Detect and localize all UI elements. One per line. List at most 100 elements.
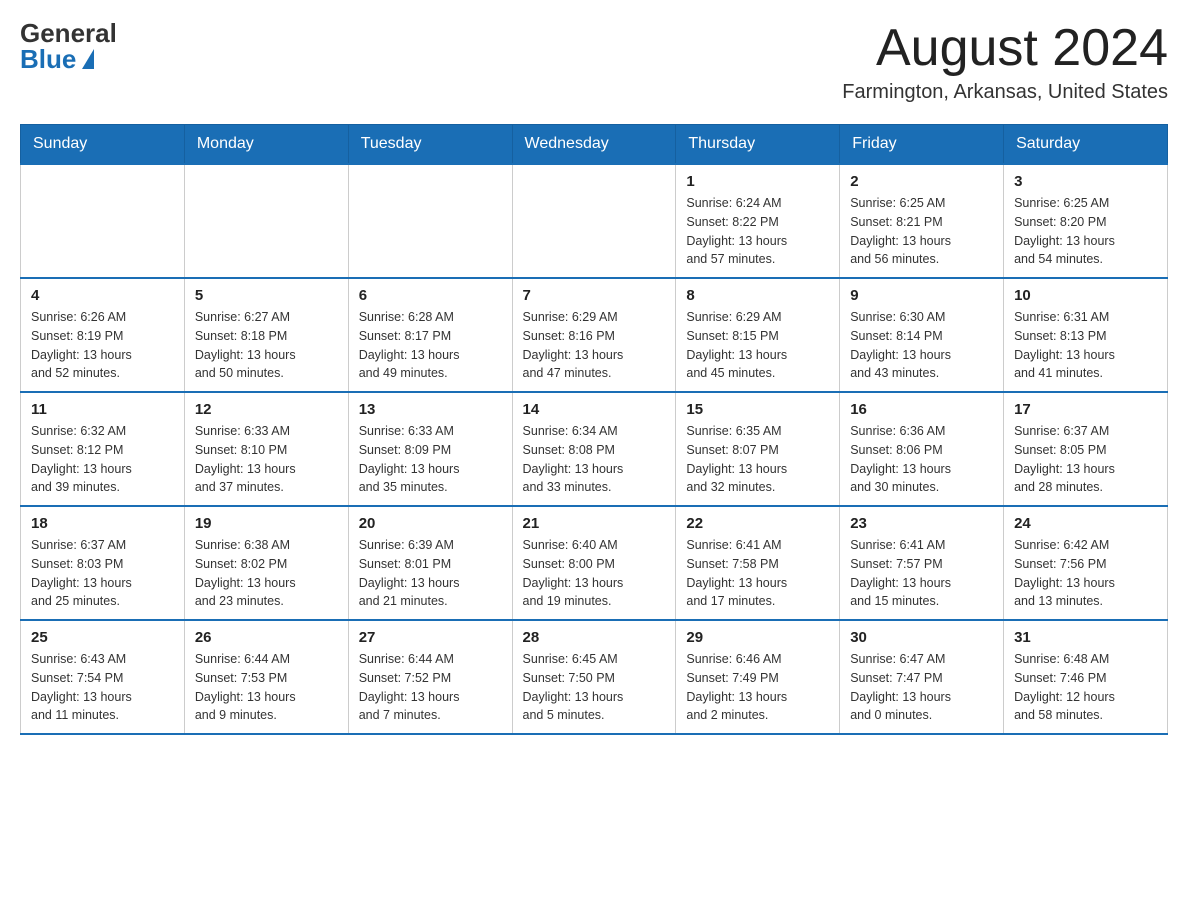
day-info: Sunrise: 6:33 AMSunset: 8:09 PMDaylight:…: [359, 422, 502, 497]
day-info: Sunrise: 6:29 AMSunset: 8:15 PMDaylight:…: [686, 308, 829, 383]
day-number: 12: [195, 401, 338, 418]
day-info: Sunrise: 6:37 AMSunset: 8:03 PMDaylight:…: [31, 536, 174, 611]
table-row: 7 Sunrise: 6:29 AMSunset: 8:16 PMDaylight…: [512, 278, 676, 392]
table-row: 19 Sunrise: 6:38 AMSunset: 8:02 PMDayligh…: [184, 506, 348, 620]
logo: General Blue: [20, 20, 117, 72]
table-row: 6 Sunrise: 6:28 AMSunset: 8:17 PMDaylight…: [348, 278, 512, 392]
table-row: 10Sunrise: 6:31 AMSunset: 8:13 PMDayligh…: [1004, 278, 1168, 392]
day-number: 20: [359, 515, 502, 532]
day-number: 6: [359, 287, 502, 304]
table-row: [512, 164, 676, 278]
table-row: 9 Sunrise: 6:30 AMSunset: 8:14 PMDaylight…: [840, 278, 1004, 392]
day-info: Sunrise: 6:27 AMSunset: 8:18 PMDaylight:…: [195, 308, 338, 383]
calendar-week-2: 4Sunrise: 6:26 AMSunset: 8:19 PMDaylight…: [21, 278, 1168, 392]
location-subtitle: Farmington, Arkansas, United States: [842, 81, 1168, 104]
month-title: August 2024: [842, 20, 1168, 77]
table-row: 5Sunrise: 6:27 AMSunset: 8:18 PMDaylight…: [184, 278, 348, 392]
day-info: Sunrise: 6:47 AMSunset: 7:47 PMDaylight:…: [850, 650, 993, 725]
table-row: 11 Sunrise: 6:32 AMSunset: 8:12 PMDayligh…: [21, 392, 185, 506]
day-info: Sunrise: 6:25 AMSunset: 8:21 PMDaylight:…: [850, 194, 993, 269]
table-row: 15Sunrise: 6:35 AMSunset: 8:07 PMDayligh…: [676, 392, 840, 506]
table-row: 30 Sunrise: 6:47 AMSunset: 7:47 PMDayligh…: [840, 620, 1004, 734]
table-row: 22 Sunrise: 6:41 AMSunset: 7:58 PMDayligh…: [676, 506, 840, 620]
table-row: 20 Sunrise: 6:39 AMSunset: 8:01 PMDayligh…: [348, 506, 512, 620]
calendar-week-3: 11 Sunrise: 6:32 AMSunset: 8:12 PMDayligh…: [21, 392, 1168, 506]
day-number: 7: [523, 287, 666, 304]
table-row: 4Sunrise: 6:26 AMSunset: 8:19 PMDaylight…: [21, 278, 185, 392]
day-info: Sunrise: 6:42 AMSunset: 7:56 PMDaylight:…: [1014, 536, 1157, 611]
logo-triangle-icon: [82, 49, 94, 69]
day-info: Sunrise: 6:48 AMSunset: 7:46 PMDaylight:…: [1014, 650, 1157, 725]
day-info: Sunrise: 6:34 AMSunset: 8:08 PMDaylight:…: [523, 422, 666, 497]
col-saturday: Saturday: [1004, 125, 1168, 165]
day-info: Sunrise: 6:32 AMSunset: 8:12 PMDaylight:…: [31, 422, 174, 497]
table-row: 13Sunrise: 6:33 AMSunset: 8:09 PMDayligh…: [348, 392, 512, 506]
day-info: Sunrise: 6:39 AMSunset: 8:01 PMDaylight:…: [359, 536, 502, 611]
table-row: 25 Sunrise: 6:43 AMSunset: 7:54 PMDayligh…: [21, 620, 185, 734]
col-thursday: Thursday: [676, 125, 840, 165]
day-info: Sunrise: 6:41 AMSunset: 7:57 PMDaylight:…: [850, 536, 993, 611]
day-number: 11: [31, 401, 174, 418]
table-row: 29 Sunrise: 6:46 AMSunset: 7:49 PMDayligh…: [676, 620, 840, 734]
table-row: 14Sunrise: 6:34 AMSunset: 8:08 PMDayligh…: [512, 392, 676, 506]
col-sunday: Sunday: [21, 125, 185, 165]
col-friday: Friday: [840, 125, 1004, 165]
day-info: Sunrise: 6:38 AMSunset: 8:02 PMDaylight:…: [195, 536, 338, 611]
day-number: 2: [850, 173, 993, 190]
day-number: 19: [195, 515, 338, 532]
logo-general-text: General: [20, 20, 117, 46]
table-row: 17Sunrise: 6:37 AMSunset: 8:05 PMDayligh…: [1004, 392, 1168, 506]
day-number: 27: [359, 629, 502, 646]
day-number: 9: [850, 287, 993, 304]
table-row: 12Sunrise: 6:33 AMSunset: 8:10 PMDayligh…: [184, 392, 348, 506]
day-info: Sunrise: 6:30 AMSunset: 8:14 PMDaylight:…: [850, 308, 993, 383]
col-monday: Monday: [184, 125, 348, 165]
day-info: Sunrise: 6:28 AMSunset: 8:17 PMDaylight:…: [359, 308, 502, 383]
day-number: 31: [1014, 629, 1157, 646]
table-row: 18Sunrise: 6:37 AMSunset: 8:03 PMDayligh…: [21, 506, 185, 620]
table-row: 3Sunrise: 6:25 AMSunset: 8:20 PMDaylight…: [1004, 164, 1168, 278]
day-info: Sunrise: 6:36 AMSunset: 8:06 PMDaylight:…: [850, 422, 993, 497]
day-number: 15: [686, 401, 829, 418]
col-wednesday: Wednesday: [512, 125, 676, 165]
day-info: Sunrise: 6:43 AMSunset: 7:54 PMDaylight:…: [31, 650, 174, 725]
day-number: 30: [850, 629, 993, 646]
day-info: Sunrise: 6:45 AMSunset: 7:50 PMDaylight:…: [523, 650, 666, 725]
page-header: General Blue August 2024 Farmington, Ark…: [20, 20, 1168, 104]
day-number: 25: [31, 629, 174, 646]
day-info: Sunrise: 6:46 AMSunset: 7:49 PMDaylight:…: [686, 650, 829, 725]
day-number: 22: [686, 515, 829, 532]
logo-blue-text: Blue: [20, 46, 94, 72]
day-number: 29: [686, 629, 829, 646]
calendar-week-5: 25 Sunrise: 6:43 AMSunset: 7:54 PMDayligh…: [21, 620, 1168, 734]
table-row: 23 Sunrise: 6:41 AMSunset: 7:57 PMDayligh…: [840, 506, 1004, 620]
col-tuesday: Tuesday: [348, 125, 512, 165]
day-number: 23: [850, 515, 993, 532]
day-info: Sunrise: 6:44 AMSunset: 7:52 PMDaylight:…: [359, 650, 502, 725]
table-row: 31 Sunrise: 6:48 AMSunset: 7:46 PMDayligh…: [1004, 620, 1168, 734]
day-info: Sunrise: 6:37 AMSunset: 8:05 PMDaylight:…: [1014, 422, 1157, 497]
day-number: 4: [31, 287, 174, 304]
table-row: [184, 164, 348, 278]
day-number: 16: [850, 401, 993, 418]
day-number: 21: [523, 515, 666, 532]
day-info: Sunrise: 6:29 AMSunset: 8:16 PMDaylight:…: [523, 308, 666, 383]
calendar-table: Sunday Monday Tuesday Wednesday Thursday…: [20, 124, 1168, 735]
table-row: 27 Sunrise: 6:44 AMSunset: 7:52 PMDayligh…: [348, 620, 512, 734]
calendar-week-1: 1Sunrise: 6:24 AMSunset: 8:22 PMDaylight…: [21, 164, 1168, 278]
day-number: 10: [1014, 287, 1157, 304]
day-number: 8: [686, 287, 829, 304]
day-number: 24: [1014, 515, 1157, 532]
day-info: Sunrise: 6:24 AMSunset: 8:22 PMDaylight:…: [686, 194, 829, 269]
calendar-week-4: 18Sunrise: 6:37 AMSunset: 8:03 PMDayligh…: [21, 506, 1168, 620]
table-row: 28 Sunrise: 6:45 AMSunset: 7:50 PMDayligh…: [512, 620, 676, 734]
day-number: 28: [523, 629, 666, 646]
day-number: 3: [1014, 173, 1157, 190]
day-info: Sunrise: 6:41 AMSunset: 7:58 PMDaylight:…: [686, 536, 829, 611]
table-row: 26 Sunrise: 6:44 AMSunset: 7:53 PMDayligh…: [184, 620, 348, 734]
day-number: 26: [195, 629, 338, 646]
day-info: Sunrise: 6:44 AMSunset: 7:53 PMDaylight:…: [195, 650, 338, 725]
table-row: 24 Sunrise: 6:42 AMSunset: 7:56 PMDayligh…: [1004, 506, 1168, 620]
calendar-header-row: Sunday Monday Tuesday Wednesday Thursday…: [21, 125, 1168, 165]
day-info: Sunrise: 6:40 AMSunset: 8:00 PMDaylight:…: [523, 536, 666, 611]
